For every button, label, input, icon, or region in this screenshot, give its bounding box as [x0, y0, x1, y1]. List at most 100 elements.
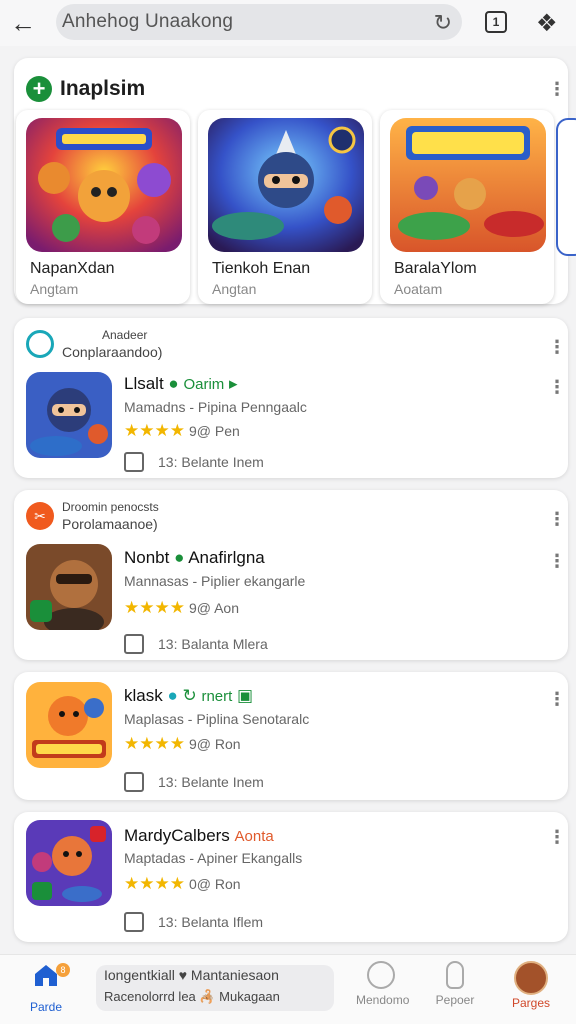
app-name[interactable]: MardyCalbers Aonta — [124, 826, 274, 846]
featured-title: Inaplsim — [60, 77, 146, 100]
app-name[interactable]: klask ● ↻ rnert ▣ — [124, 686, 253, 706]
app-extra-info: 13: Balanta Mlera — [158, 636, 268, 652]
app-list-card: MardyCalbers Aonta Maptadas - Apiner Eka… — [14, 812, 568, 942]
select-checkbox[interactable] — [124, 634, 144, 654]
app-list-card: ✂ Droomin penocsts Porolamaanoe) ⋮ Nonbt… — [14, 490, 568, 660]
category-title: Droomin penocsts — [62, 500, 159, 514]
app-name-text: Nonbt — [124, 548, 170, 567]
app-rating: ★★★★ 9@ Aon — [124, 598, 239, 618]
app-list-card: Anadeer Conplaraandoo) ⋮ Llsalt ● Oarim … — [14, 318, 568, 478]
app-icon[interactable] — [26, 544, 112, 630]
app-name[interactable]: Nonbt ● Anafirlgna — [124, 548, 265, 568]
nav-item-4-label: Pepoer — [435, 993, 475, 1007]
more-options-icon[interactable]: ⋮ — [548, 338, 566, 356]
verified-icon: ● — [167, 686, 178, 705]
app-rating: ★★★★ 0@ Ron — [124, 874, 241, 894]
rating-text: 0@ Ron — [188, 876, 241, 892]
nav-item-3-label: Mendomo — [356, 993, 410, 1007]
badge-icon: ▣ — [237, 686, 254, 705]
notification-badge: 8 — [56, 963, 70, 977]
nav-home-label: Parde — [29, 1000, 63, 1014]
app-name-text: Llsalt — [124, 374, 164, 393]
more-options-icon[interactable]: ⋮ — [548, 80, 566, 98]
more-options-icon[interactable]: ⋮ — [548, 510, 566, 528]
featured-tile[interactable]: Tienkoh Enan Angtan — [198, 110, 372, 304]
nav-profile[interactable]: Parges — [508, 961, 554, 1010]
nav-center-line1: Iongentkiall ♥ Mantaniesaon — [104, 967, 279, 983]
address-text: Anhehog Unaakong — [62, 11, 234, 32]
category-subtitle: Porolamaanoe) — [62, 516, 158, 532]
star-rating-icon: ★★★★ — [124, 598, 185, 617]
nav-home[interactable]: 8 Parde — [26, 961, 70, 1014]
featured-app-sub: Angtam — [30, 281, 79, 297]
featured-app-name: NapanXdan — [30, 260, 115, 277]
play-icon: ▸ — [229, 374, 238, 393]
more-options-icon[interactable]: ⋮ — [548, 828, 566, 846]
app-extra-info: 13: Belante Inem — [158, 454, 264, 470]
app-developer: Mamadns - Pipina Penngaalc — [124, 399, 307, 415]
avatar — [514, 961, 548, 995]
reload-icon[interactable]: ↻ — [434, 10, 452, 36]
select-checkbox[interactable] — [124, 912, 144, 932]
rating-text: 9@ Aon — [188, 600, 239, 616]
select-checkbox[interactable] — [124, 452, 144, 472]
nav-profile-label: Parges — [511, 996, 551, 1010]
featured-app-sub: Angtan — [212, 281, 257, 297]
more-options-icon[interactable]: ⋮ — [548, 378, 566, 396]
app-name-text: klask — [124, 686, 163, 705]
app-name-text: MardyCalbers — [124, 826, 230, 845]
app-icon[interactable] — [26, 820, 112, 906]
back-arrow-icon[interactable]: ← — [0, 0, 46, 46]
star-rating-icon: ★★★★ — [124, 421, 185, 440]
app-developer: Mannasas - Piplier ekangarle — [124, 573, 306, 589]
star-rating-icon: ★★★★ — [124, 874, 185, 893]
more-options-icon[interactable]: ⋮ — [548, 690, 566, 708]
category-subtitle: Conplaraandoo) — [62, 344, 163, 360]
app-list-card: klask ● ↻ rnert ▣ Maplasas - Piplina Sen… — [14, 672, 568, 800]
nav-item-4[interactable]: Pepoer — [432, 961, 478, 1007]
more-options-icon[interactable]: ⋮ — [548, 552, 566, 570]
app-icon[interactable] — [26, 682, 112, 768]
select-checkbox[interactable] — [124, 772, 144, 792]
tabs-count: 1 — [492, 15, 500, 29]
app-name[interactable]: Llsalt ● Oarim ▸ — [124, 374, 238, 394]
featured-app-sub: Aoatam — [394, 281, 443, 297]
verified-icon: ● — [168, 374, 179, 393]
app-developer: Maplasas - Piplina Senotaralc — [124, 711, 310, 727]
tabs-button[interactable]: 1 — [485, 11, 507, 33]
app-rating: ★★★★ 9@ Pen — [124, 421, 240, 441]
featured-tile[interactable]: BaralaYlom Aoatam — [380, 110, 554, 304]
featured-app-name: BaralaYlom — [394, 260, 477, 277]
featured-app-image — [208, 118, 364, 252]
refresh-icon: ↻ — [182, 686, 197, 705]
app-icon[interactable] — [26, 372, 112, 458]
app-tag: rnert — [201, 688, 233, 705]
app-tag: Oarim — [183, 376, 225, 393]
next-tile-peek[interactable] — [556, 118, 576, 256]
app-tag: Aonta — [234, 828, 274, 845]
nav-center-line2: Racenolorrd lea 🦂 Mukagaan — [104, 989, 280, 1004]
category-icon: ✂ — [26, 502, 54, 530]
rating-text: 9@ Ron — [188, 736, 241, 752]
home-icon — [35, 965, 57, 986]
app-extra-info: 13: Belante Inem — [158, 774, 264, 790]
featured-tile[interactable]: NapanXdan Angtam — [16, 110, 190, 304]
category-title: Anadeer — [102, 328, 148, 342]
rating-text: 9@ Pen — [188, 423, 240, 439]
verified-icon: ● — [174, 548, 185, 567]
app-extra-info: 13: Belanta Iflem — [158, 914, 264, 930]
chat-icon — [367, 961, 395, 989]
app-tag: Anafirlgna — [188, 548, 265, 567]
plus-icon: + — [26, 76, 52, 102]
browser-toolbar: ← Anhehog Unaakong ↻ 1 ❖ — [0, 0, 576, 46]
featured-section: + Inaplsim ⋮ NapanXdan Angtam Tienkoh En… — [14, 58, 568, 304]
star-rating-icon: ★★★★ — [124, 734, 185, 753]
nav-center-panel[interactable]: Iongentkiall ♥ Mantaniesaon Racenolorrd … — [96, 965, 334, 1011]
featured-app-name: Tienkoh Enan — [212, 260, 311, 277]
person-icon — [446, 961, 464, 989]
extensions-icon[interactable]: ❖ — [536, 9, 558, 38]
nav-item-3[interactable]: Mendomo — [356, 961, 410, 1007]
app-developer: Maptadas - Apiner Ekangalls — [124, 850, 303, 866]
featured-app-image — [390, 118, 546, 252]
address-bar[interactable]: Anhehog Unaakong ↻ — [56, 4, 462, 40]
